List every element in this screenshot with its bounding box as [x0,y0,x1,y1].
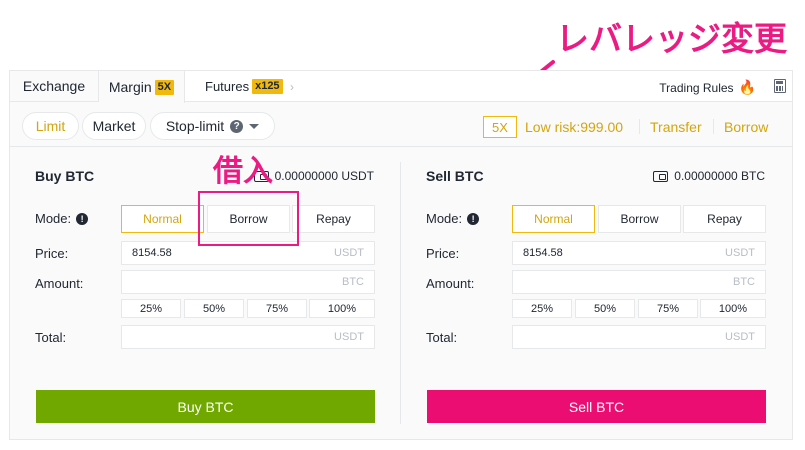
trading-rules-label: Trading Rules [659,80,734,95]
mode-label-text: Mode: [426,211,463,226]
sell-mode-label: Mode: ! [426,211,480,226]
tab-margin-label: Margin [108,79,152,95]
buy-mode-normal[interactable]: Normal [121,205,204,233]
mode-label-text: Mode: [35,211,72,226]
buy-price-unit: USDT [334,247,364,259]
futures-leverage-badge: x125 [252,78,283,94]
sell-mode-repay[interactable]: Repay [683,205,766,233]
buy-total-unit: USDT [334,331,364,343]
buy-percent-25[interactable]: 25% [121,299,181,318]
sell-price-input[interactable]: 8154.58 USDT [512,241,766,265]
buy-amount-unit: BTC [342,276,364,288]
trading-rules-link[interactable]: Trading Rules 🔥 [659,79,756,96]
tab-bar: Exchange Margin 5X Futures x125 › Tradin… [10,71,792,103]
sell-total-label: Total: [426,330,458,345]
sell-percent-25[interactable]: 25% [512,299,572,318]
order-type-stop-limit[interactable]: Stop-limit ? [150,112,275,140]
buy-percent-100[interactable]: 100% [309,299,375,318]
sell-percent-50[interactable]: 50% [575,299,635,318]
buy-mode-repay[interactable]: Repay [292,205,375,233]
order-type-limit[interactable]: Limit [22,112,79,140]
sell-balance: 0.00000000 BTC [653,169,765,183]
fire-icon: 🔥 [738,79,756,95]
caret-down-icon [249,123,260,129]
divider [639,119,640,134]
sell-percent-75[interactable]: 75% [638,299,698,318]
chevron-right-icon[interactable]: › [290,80,294,94]
leverage-button[interactable]: 5X [483,116,517,138]
sell-amount-label: Amount: [426,276,475,291]
order-type-bar: Limit Market Stop-limit ? 5X Low risk:99… [10,102,792,147]
stop-limit-label: Stop-limit [165,118,225,134]
info-icon[interactable]: ! [467,212,480,225]
tab-futures-label: Futures [205,78,250,94]
borrow-link[interactable]: Borrow [724,119,768,135]
sell-price-unit: USDT [725,247,755,259]
sell-amount-unit: BTC [733,276,755,288]
sell-total-input[interactable]: USDT [512,325,766,349]
buy-mode-label: Mode: ! [35,211,89,226]
sell-price-label: Price: [426,246,460,261]
tab-margin[interactable]: Margin 5X [99,71,185,103]
annotation-highlight-box [198,191,299,246]
help-icon[interactable]: ? [230,119,244,133]
buy-total-label: Total: [35,330,67,345]
buy-balance-value: 0.00000000 USDT [274,169,374,183]
calculator-icon[interactable] [774,79,786,93]
sell-mode-normal[interactable]: Normal [512,205,595,233]
buy-price-label: Price: [35,246,69,261]
buy-percent-50[interactable]: 50% [184,299,244,318]
margin-trading-panel: Exchange Margin 5X Futures x125 › Tradin… [9,70,793,440]
sell-title: Sell BTC [426,168,484,184]
tab-exchange[interactable]: Exchange [10,71,99,102]
sell-amount-input[interactable]: BTC [512,270,766,294]
sell-price-value: 8154.58 [523,247,563,259]
buy-total-input[interactable]: USDT [121,325,375,349]
buy-amount-input[interactable]: BTC [121,270,375,294]
sell-panel: Sell BTC 0.00000000 BTC Mode: ! Normal B… [401,148,791,440]
order-type-market[interactable]: Market [82,112,146,140]
wallet-icon [653,170,669,182]
divider [713,119,714,134]
sell-percent-100[interactable]: 100% [700,299,766,318]
risk-level: Low risk:999.00 [525,119,624,135]
info-icon[interactable]: ! [76,212,89,225]
buy-title: Buy BTC [35,168,95,184]
sell-button[interactable]: Sell BTC [427,390,766,423]
buy-button[interactable]: Buy BTC [36,390,375,423]
sell-mode-borrow[interactable]: Borrow [598,205,681,233]
buy-percent-75[interactable]: 75% [247,299,307,318]
tab-futures[interactable]: Futures x125 [185,71,305,102]
transfer-link[interactable]: Transfer [650,119,702,135]
buy-amount-label: Amount: [35,276,84,291]
annotation-borrow-note: 借入 [213,154,273,189]
sell-balance-value: 0.00000000 BTC [674,169,765,183]
tab-exchange-label: Exchange [22,78,86,94]
sell-total-unit: USDT [725,331,755,343]
buy-price-value: 8154.58 [132,247,172,259]
margin-leverage-badge: 5X [154,79,175,95]
